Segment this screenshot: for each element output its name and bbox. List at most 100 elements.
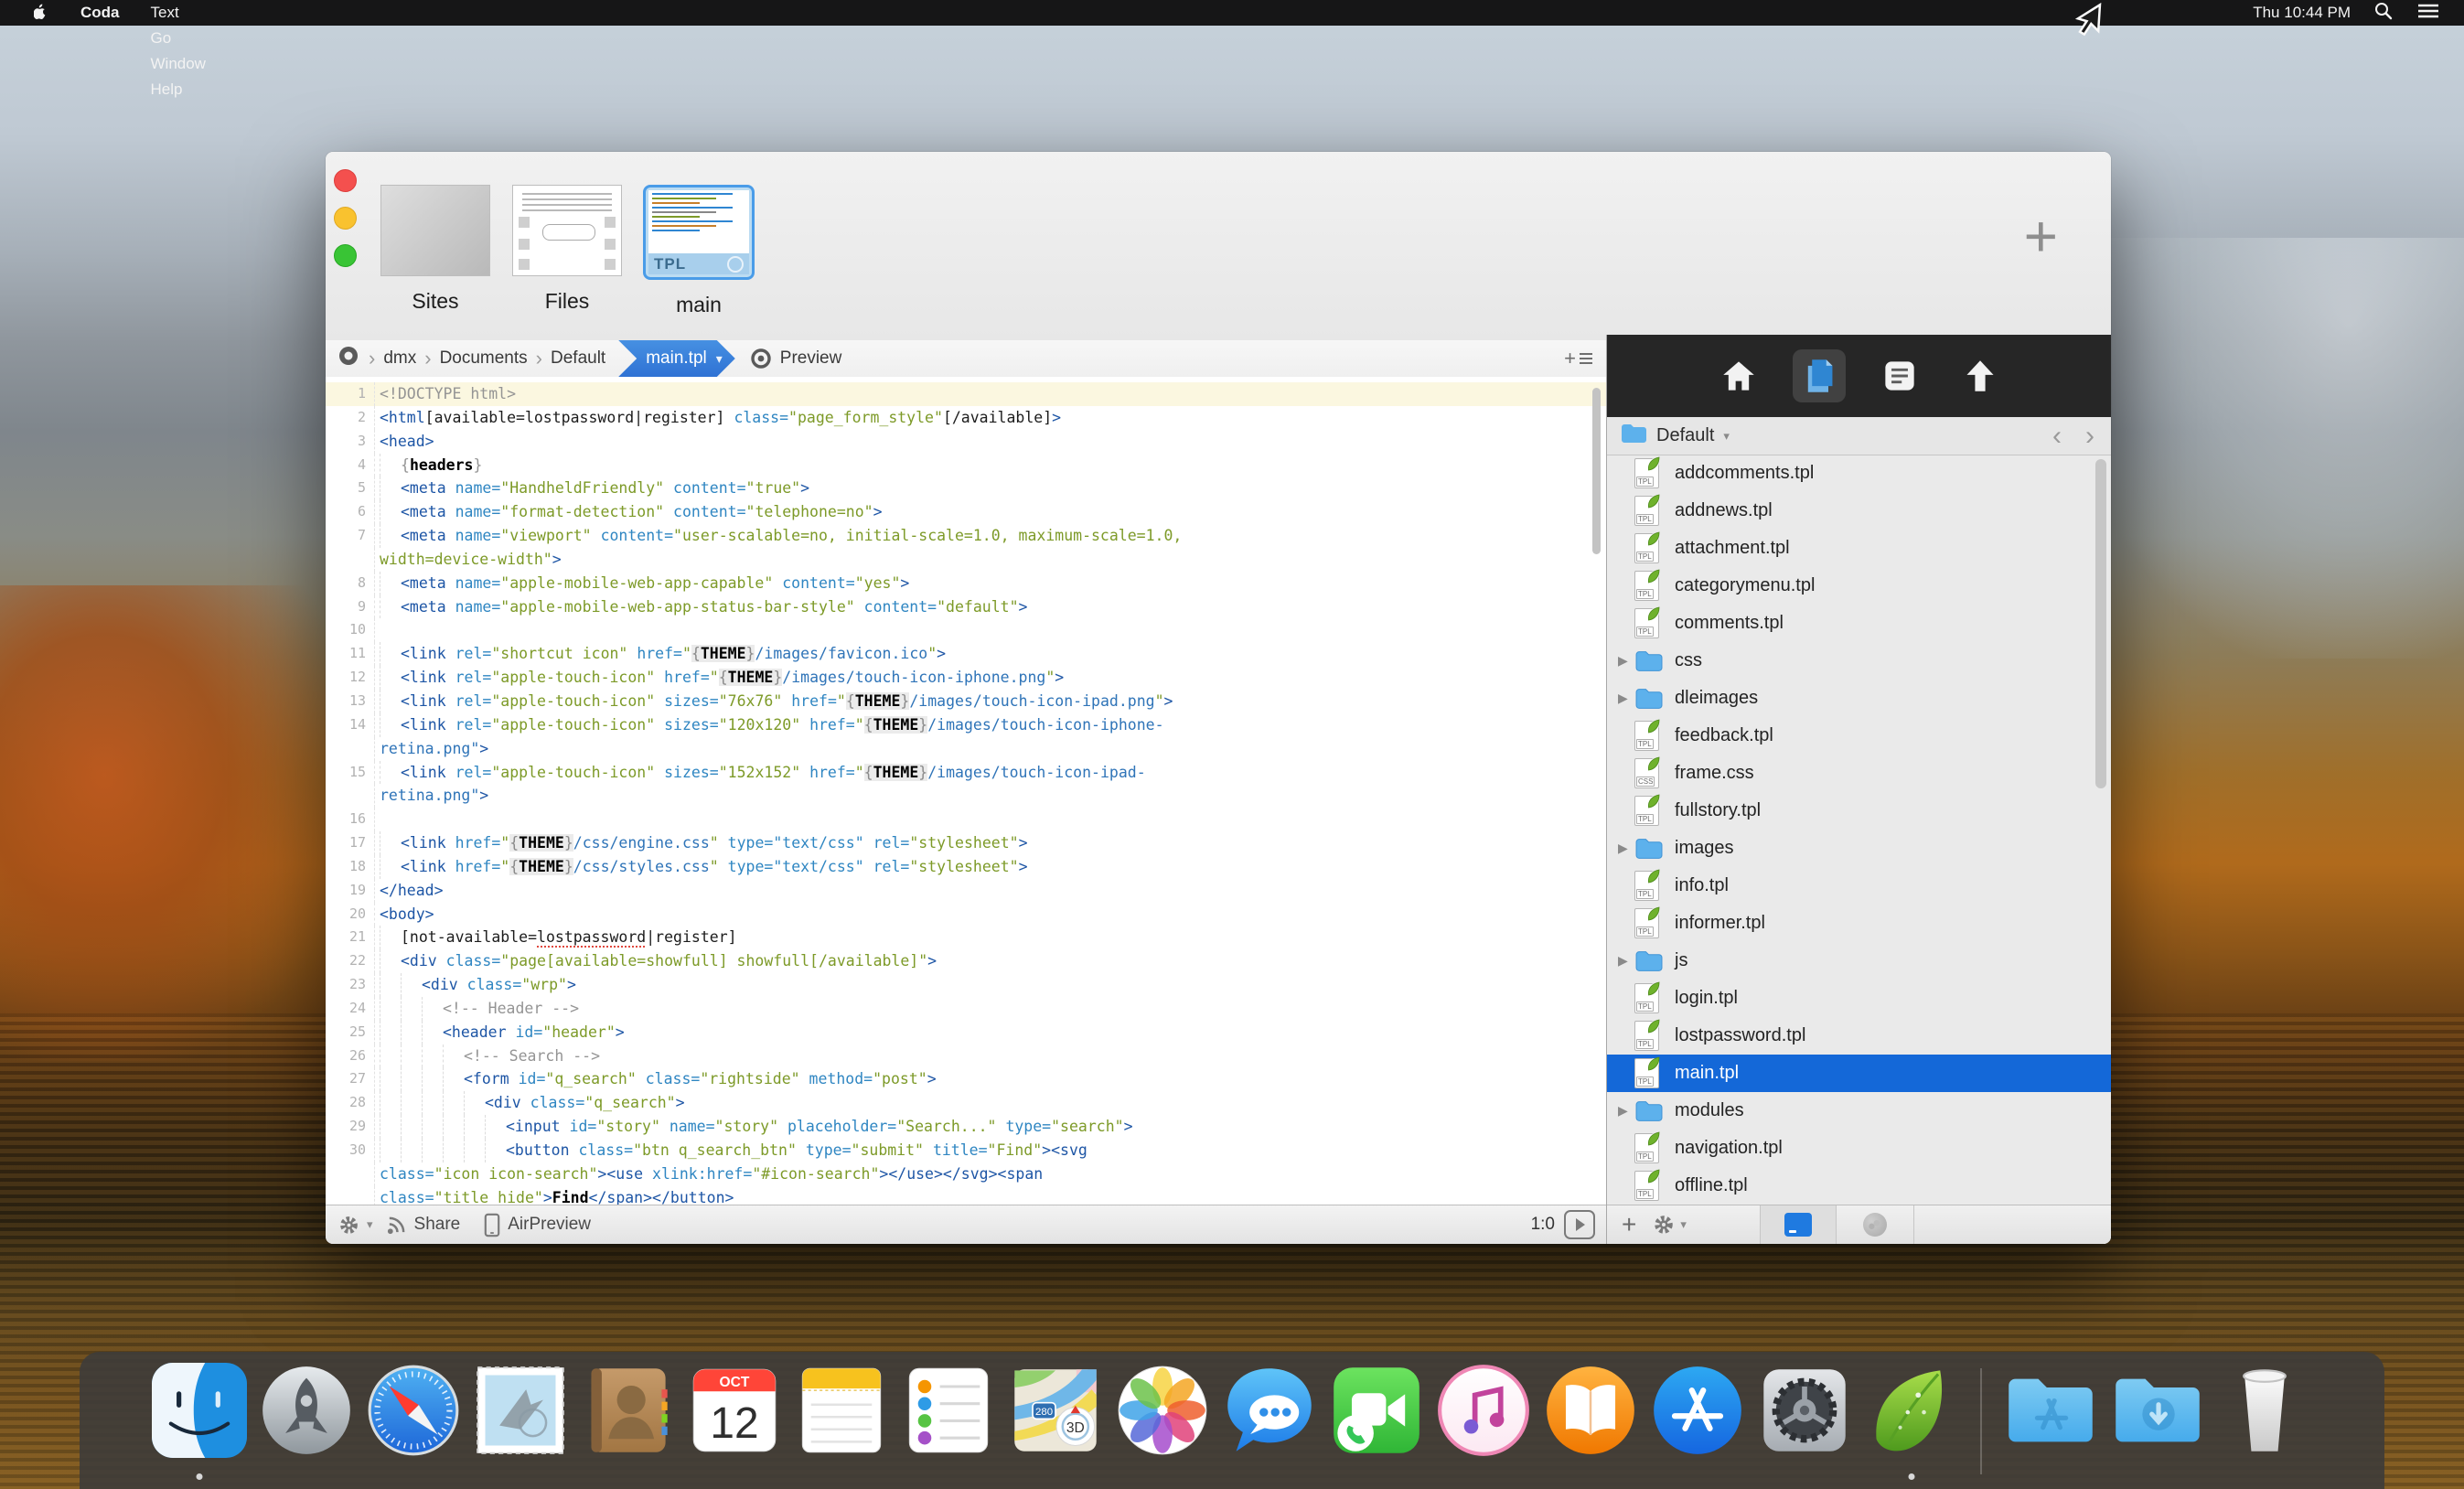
- breadcrumb-documents[interactable]: Documents: [440, 348, 528, 369]
- code-line-12[interactable]: 12<link rel="apple-touch-icon" href="{TH…: [326, 666, 1606, 690]
- file-addnews-tpl[interactable]: TPLaddnews.tpl: [1607, 492, 2111, 530]
- forward-arrow[interactable]: ›: [2085, 421, 2094, 452]
- file-modules[interactable]: ▶modules: [1607, 1092, 2111, 1130]
- code-line-7[interactable]: 7<meta name="viewport" content="user-sca…: [326, 524, 1606, 548]
- dock-icon-trash[interactable]: [2217, 1363, 2312, 1482]
- preview-button[interactable]: Preview: [750, 348, 842, 370]
- tab-main[interactable]: TPLmain: [643, 185, 755, 317]
- code-line-15[interactable]: 15<link rel="apple-touch-icon" sizes="15…: [326, 761, 1606, 785]
- code-line-wrap[interactable]: class="icon icon-search"><use xlink:href…: [326, 1162, 1606, 1186]
- notification-center-icon[interactable]: [2416, 2, 2440, 25]
- code-line-11[interactable]: 11<link rel="shortcut icon" href="{THEME…: [326, 642, 1606, 666]
- menu-clock[interactable]: Thu 10:44 PM: [2253, 4, 2351, 22]
- dock-icon-folder-applications[interactable]: [2003, 1363, 2098, 1482]
- dock-icon-folder-downloads[interactable]: [2110, 1363, 2205, 1482]
- file-categorymenu-tpl[interactable]: TPLcategorymenu.tpl: [1607, 567, 2111, 605]
- share-button[interactable]: Share: [386, 1215, 461, 1236]
- menu-app-name[interactable]: Coda: [65, 0, 135, 26]
- sidebar-settings-button[interactable]: ▾: [1653, 1214, 1687, 1236]
- code-line-17[interactable]: 17<link href="{THEME}/css/engine.css" ty…: [326, 831, 1606, 855]
- file-dleimages[interactable]: ▶dleimages: [1607, 680, 2111, 717]
- code-line-23[interactable]: 23<div class="wrp">: [326, 973, 1606, 997]
- dock-icon-calendar[interactable]: OCT12: [687, 1363, 782, 1482]
- back-arrow[interactable]: ‹: [2052, 421, 2062, 452]
- code-line-wrap[interactable]: retina.png">: [326, 737, 1606, 761]
- add-file-button[interactable]: +: [1622, 1210, 1636, 1239]
- code-line-22[interactable]: 22<div class="page[available=showfull] s…: [326, 949, 1606, 973]
- menu-window[interactable]: Window: [135, 51, 221, 77]
- file-frame-css[interactable]: CSSframe.css: [1607, 755, 2111, 792]
- code-line-14[interactable]: 14<link rel="apple-touch-icon" sizes="12…: [326, 713, 1606, 737]
- code-line-6[interactable]: 6<meta name="format-detection" content="…: [326, 500, 1606, 524]
- code-line-wrap[interactable]: retina.png">: [326, 784, 1606, 808]
- code-line-18[interactable]: 18<link href="{THEME}/css/styles.css" ty…: [326, 855, 1606, 879]
- remote-files-tab[interactable]: [1836, 1205, 1913, 1244]
- dock-icon-finder[interactable]: [152, 1363, 247, 1482]
- close-button[interactable]: [334, 169, 357, 192]
- code-line-19[interactable]: 19</head>: [326, 879, 1606, 903]
- file-offline-tpl[interactable]: TPLoffline.tpl: [1607, 1167, 2111, 1205]
- file-feedback-tpl[interactable]: TPLfeedback.tpl: [1607, 717, 2111, 755]
- code-line-27[interactable]: 27<form id="q_search" class="rightside" …: [326, 1067, 1606, 1091]
- dock-icon-sysprefs[interactable]: [1757, 1363, 1852, 1482]
- code-line-4[interactable]: 4{headers}: [326, 454, 1606, 477]
- code-line-5[interactable]: 5<meta name="HandheldFriendly" content="…: [326, 477, 1606, 500]
- file-attachment-tpl[interactable]: TPLattachment.tpl: [1607, 530, 2111, 567]
- code-line-wrap[interactable]: width=device-width">: [326, 548, 1606, 572]
- document-icon[interactable]: [1873, 349, 1926, 402]
- breadcrumb-default[interactable]: Default: [551, 348, 605, 369]
- file-navigation-tpl[interactable]: TPLnavigation.tpl: [1607, 1130, 2111, 1167]
- breadcrumb-dmx[interactable]: dmx: [383, 348, 416, 369]
- airpreview-button[interactable]: AirPreview: [484, 1213, 591, 1237]
- pages-icon[interactable]: [1793, 349, 1846, 402]
- file-css[interactable]: ▶css: [1607, 642, 2111, 680]
- code-line-30[interactable]: 30<button class="btn q_search_btn" type=…: [326, 1139, 1606, 1162]
- tab-files[interactable]: Files: [511, 185, 623, 317]
- local-files-tab[interactable]: [1760, 1205, 1836, 1244]
- dock-icon-itunes[interactable]: [1436, 1363, 1531, 1482]
- code-line-1[interactable]: 1<!DOCTYPE html>: [326, 382, 1606, 406]
- add-tab-button[interactable]: +: [2024, 209, 2058, 263]
- disclosure-triangle-icon[interactable]: ▶: [1618, 1103, 1634, 1119]
- file-fullstory-tpl[interactable]: TPLfullstory.tpl: [1607, 792, 2111, 830]
- minimize-button[interactable]: [334, 207, 357, 230]
- dock-icon-maps[interactable]: 2803D: [1008, 1363, 1103, 1482]
- menu-help[interactable]: Help: [135, 77, 221, 102]
- disclosure-triangle-icon[interactable]: ▶: [1618, 653, 1634, 669]
- dock-icon-messages[interactable]: [1222, 1363, 1317, 1482]
- dock-icon-safari[interactable]: [366, 1363, 461, 1482]
- dock-icon-ibooks[interactable]: [1543, 1363, 1638, 1482]
- dock-icon-mail[interactable]: [473, 1363, 568, 1482]
- code-line-16[interactable]: 16: [326, 808, 1606, 831]
- file-main-tpl[interactable]: TPLmain.tpl: [1607, 1055, 2111, 1092]
- add-bookmark-button[interactable]: +: [1564, 349, 1593, 368]
- file-lostpassword-tpl[interactable]: TPLlostpassword.tpl: [1607, 1017, 2111, 1055]
- editor-scrollbar[interactable]: [1592, 388, 1601, 554]
- disclosure-triangle-icon[interactable]: ▶: [1618, 691, 1634, 706]
- code-line-3[interactable]: 3<head>: [326, 430, 1606, 454]
- dock-icon-facetime[interactable]: [1329, 1363, 1424, 1482]
- code-line-28[interactable]: 28<div class="q_search">: [326, 1091, 1606, 1115]
- home-icon[interactable]: [1712, 349, 1765, 402]
- code-line-20[interactable]: 20<body>: [326, 903, 1606, 927]
- dock-icon-photos[interactable]: [1115, 1363, 1210, 1482]
- dock-icon-coda[interactable]: [1864, 1363, 1959, 1482]
- code-line-29[interactable]: 29<input id="story" name="story" placeho…: [326, 1115, 1606, 1139]
- file-informer-tpl[interactable]: TPLinformer.tpl: [1607, 905, 2111, 942]
- editor-settings-button[interactable]: ▾: [338, 1215, 373, 1236]
- workspace-bar[interactable]: Default ▾ ‹ ›: [1607, 417, 2111, 455]
- code-line-21[interactable]: 21[not-available=lostpassword|register]: [326, 926, 1606, 949]
- zoom-button[interactable]: [334, 244, 357, 267]
- disclosure-triangle-icon[interactable]: ▶: [1618, 953, 1634, 969]
- dock-icon-contacts[interactable]: [580, 1363, 675, 1482]
- file-addcomments-tpl[interactable]: TPLaddcomments.tpl: [1607, 455, 2111, 492]
- tab-sites[interactable]: Sites: [380, 185, 491, 317]
- code-line-24[interactable]: 24<!-- Header -->: [326, 997, 1606, 1021]
- spotlight-search-icon[interactable]: [2374, 2, 2393, 25]
- code-line-25[interactable]: 25<header id="header">: [326, 1021, 1606, 1044]
- code-line-26[interactable]: 26<!-- Search -->: [326, 1044, 1606, 1068]
- file-images[interactable]: ▶images: [1607, 830, 2111, 867]
- code-line-8[interactable]: 8<meta name="apple-mobile-web-app-capabl…: [326, 572, 1606, 595]
- apple-logo-icon[interactable]: [18, 0, 65, 26]
- code-line-10[interactable]: 10: [326, 618, 1606, 642]
